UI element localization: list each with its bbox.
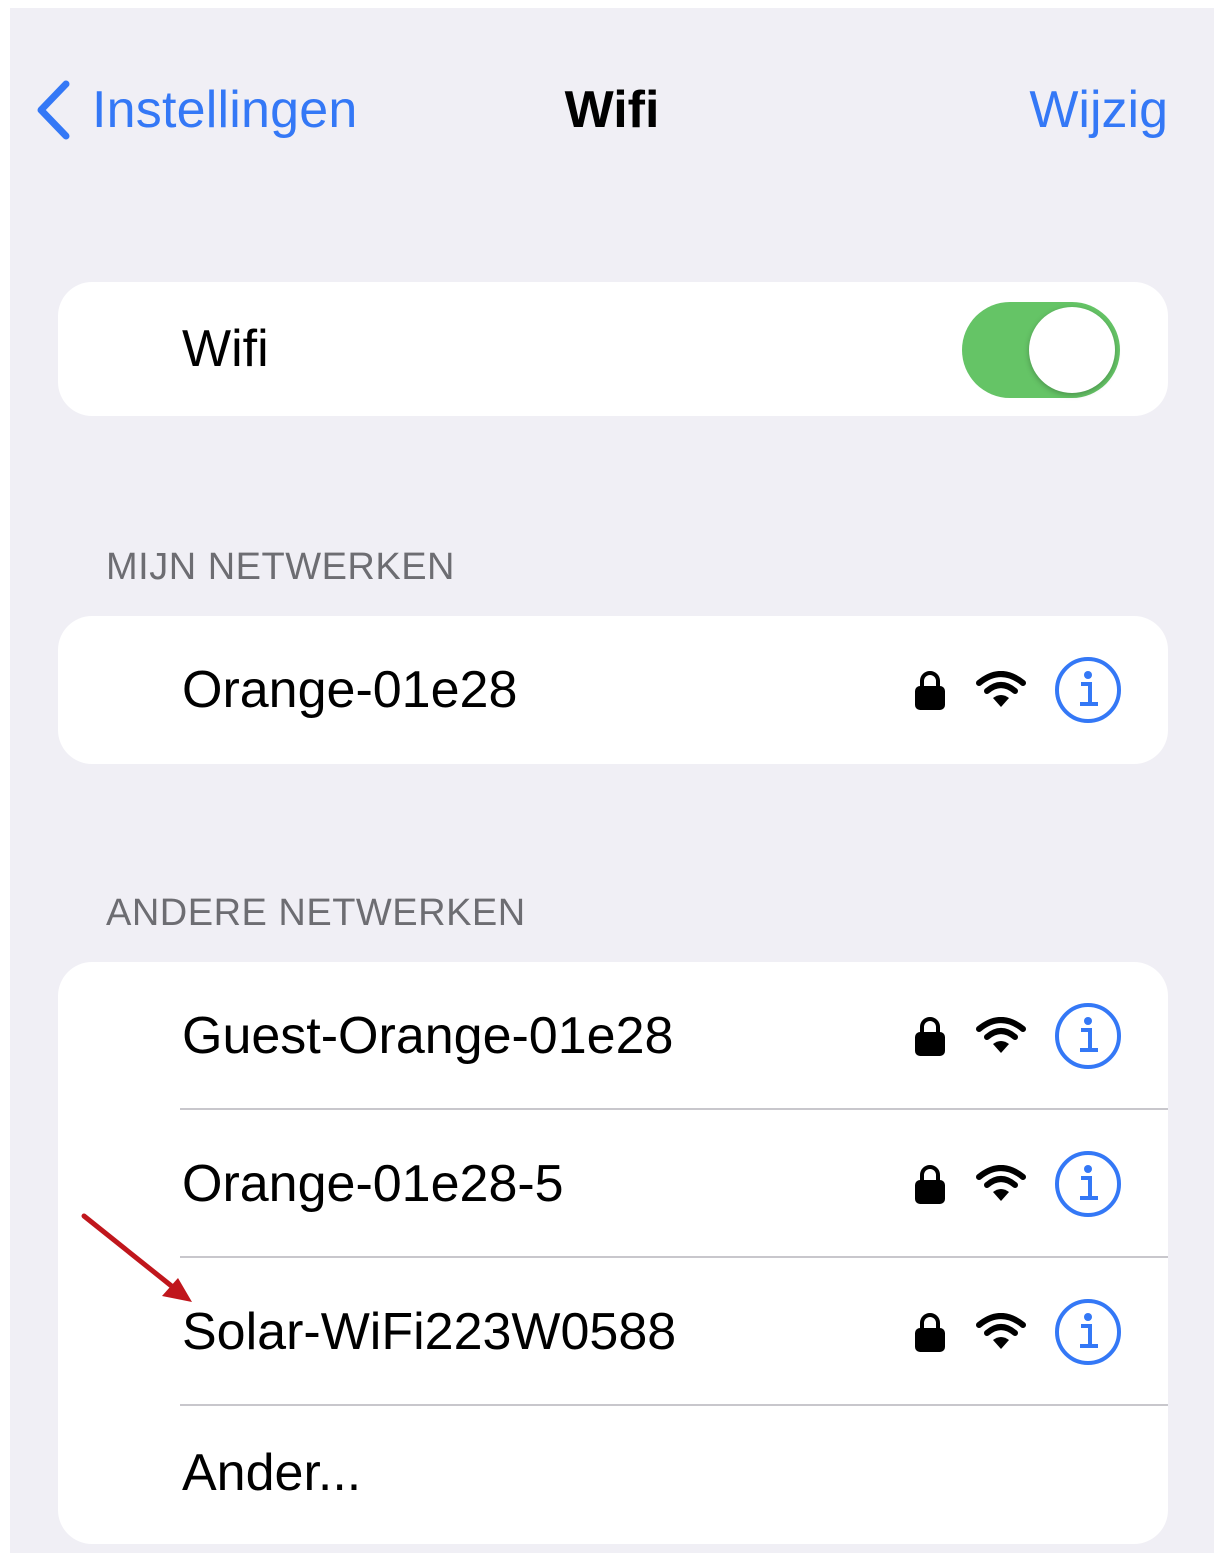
- wifi-signal-icon: [976, 671, 1026, 707]
- wifi-signal-icon: [976, 1165, 1026, 1201]
- back-button-label: Instellingen: [92, 81, 358, 139]
- info-icon[interactable]: [1054, 1002, 1122, 1070]
- other-network-row[interactable]: Ander...: [58, 1406, 1168, 1540]
- other-network-label: Ander...: [182, 1444, 362, 1502]
- wifi-signal-icon: [976, 1313, 1026, 1349]
- network-row[interactable]: Orange-01e28: [58, 616, 1168, 764]
- lock-icon: [915, 1313, 945, 1352]
- section-header-other-networks: ANDERE NETWERKEN: [106, 892, 526, 934]
- lock-icon: [915, 671, 945, 710]
- network-name: Orange-01e28-5: [182, 1155, 564, 1213]
- other-networks-card: Guest-Orange-01e28 Orange-01e28-5 Solar-…: [58, 962, 1168, 1544]
- wifi-signal-icon: [976, 1017, 1026, 1053]
- wifi-toggle-row: Wifi: [58, 282, 1168, 416]
- info-icon[interactable]: [1054, 656, 1122, 724]
- network-name: Solar-WiFi223W0588: [182, 1303, 677, 1361]
- network-status-icons: [914, 962, 1122, 1110]
- network-status-icons: [914, 1110, 1122, 1258]
- edit-button[interactable]: Wijzig: [1029, 70, 1168, 150]
- lock-icon: [915, 1017, 945, 1056]
- network-row[interactable]: Guest-Orange-01e28: [58, 962, 1168, 1110]
- wifi-settings-screen: Instellingen Wifi Wijzig Wifi MIJN NETWE…: [10, 8, 1214, 1553]
- info-icon[interactable]: [1054, 1298, 1122, 1366]
- network-status-icons: [914, 1258, 1122, 1406]
- network-row[interactable]: Orange-01e28-5: [58, 1110, 1168, 1258]
- network-name: Guest-Orange-01e28: [182, 1007, 674, 1065]
- network-status-icons: [914, 616, 1122, 764]
- wifi-toggle-switch[interactable]: [962, 302, 1120, 398]
- section-header-my-networks: MIJN NETWERKEN: [106, 546, 455, 588]
- lock-icon: [915, 1165, 945, 1204]
- network-name: Orange-01e28: [182, 661, 518, 719]
- toggle-knob: [1029, 307, 1115, 393]
- wifi-toggle-card: Wifi: [58, 282, 1168, 416]
- wifi-toggle-label: Wifi: [182, 320, 269, 378]
- info-icon[interactable]: [1054, 1150, 1122, 1218]
- chevron-left-icon: [37, 80, 70, 140]
- network-row[interactable]: Solar-WiFi223W0588: [58, 1258, 1168, 1406]
- my-networks-card: Orange-01e28: [58, 616, 1168, 764]
- back-button[interactable]: Instellingen: [36, 70, 357, 150]
